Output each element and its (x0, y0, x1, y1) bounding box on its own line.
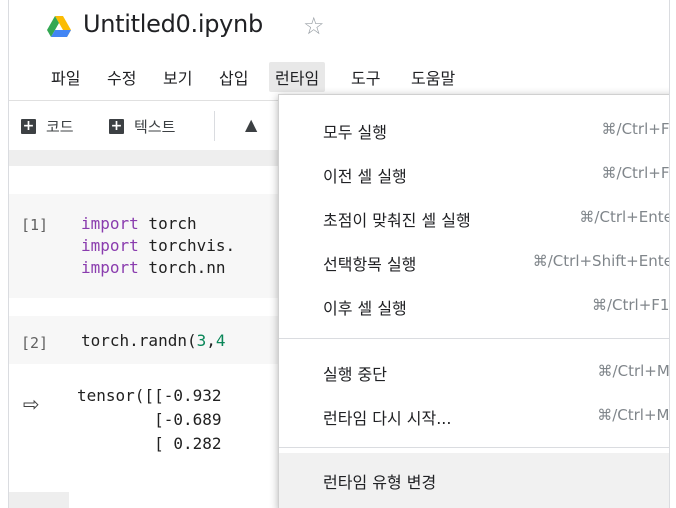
plus-icon: + (21, 118, 36, 134)
menu-item-label: 이전 셀 실행 (323, 167, 407, 186)
menu-divider (279, 447, 669, 448)
number-literal: 4 (215, 331, 226, 350)
scrollbar[interactable] (9, 492, 69, 508)
menu-item-run-all[interactable]: 모두 실행 ⌘/Ctrl+F9 (279, 107, 670, 151)
keyword: import (81, 236, 139, 255)
menu-item-shortcut: ⌘/Ctrl+Shift+Enter (532, 252, 670, 270)
menu-item-run-before[interactable]: 이전 셀 실행 ⌘/Ctrl+F8 (279, 151, 670, 195)
cell-prompt: [2] (21, 334, 49, 352)
code-line: import torch.nn (81, 258, 226, 277)
arrow-up-icon[interactable]: ▲ (245, 115, 257, 134)
star-icon[interactable]: ☆ (303, 12, 325, 40)
menu-item-label: 초점이 맞춰진 셀 실행 (323, 211, 471, 230)
menu-item-shortcut: ⌘/Ctrl+M I (597, 362, 670, 380)
menu-tools[interactable]: 도구 (345, 62, 386, 92)
colab-window: Untitled0.ipynb ☆ 파일 수정 보기 삽입 런타임 도구 도움말… (8, 0, 670, 508)
cell-code[interactable]: torch.randn(3,4 (81, 330, 226, 352)
menu-item-restart[interactable]: 런타임 다시 시작... ⌘/Ctrl+M . (279, 393, 670, 437)
menu-item-label: 선택항목 실행 (323, 255, 417, 274)
menu-insert[interactable]: 삽입 (213, 62, 254, 92)
menu-item-label: 런타임 다시 시작... (323, 409, 452, 428)
add-text-button[interactable]: + 텍스트 (109, 116, 175, 137)
menu-item-shortcut: ⌘/Ctrl+Enter (579, 208, 670, 226)
menu-item-shortcut: ⌘/Ctrl+F9 (601, 120, 670, 138)
menu-help[interactable]: 도움말 (405, 62, 461, 92)
menu-divider (279, 338, 669, 339)
output-line: tensor([[-0.932 (77, 386, 222, 405)
menu-item-run-selection[interactable]: 선택항목 실행 ⌘/Ctrl+Shift+Enter (279, 239, 670, 283)
keyword: import (81, 258, 139, 277)
menu-view[interactable]: 보기 (157, 62, 198, 92)
runtime-menu-dropdown: 모두 실행 ⌘/Ctrl+F9 이전 셀 실행 ⌘/Ctrl+F8 초점이 맞춰… (278, 94, 670, 508)
add-code-button[interactable]: + 코드 (21, 116, 74, 137)
code-line: import torchvis. (81, 236, 235, 255)
menu-file[interactable]: 파일 (45, 62, 86, 92)
notebook-title[interactable]: Untitled0.ipynb (83, 10, 263, 38)
plus-icon: + (109, 118, 124, 134)
title-bar: Untitled0.ipynb ☆ (9, 0, 669, 52)
menu-bar: 파일 수정 보기 삽입 런타임 도구 도움말 (9, 54, 669, 94)
output-line: [ 0.282 (77, 434, 222, 453)
code-line: import torch (81, 214, 197, 233)
menu-edit[interactable]: 수정 (101, 62, 142, 92)
code-text: torch.nn (138, 258, 226, 277)
code-text: ( (186, 331, 197, 350)
menu-item-shortcut: ⌘/Ctrl+M . (597, 406, 670, 424)
add-code-label: 코드 (46, 118, 74, 136)
menu-item-run-after[interactable]: 이후 셀 실행 ⌘/Ctrl+F10 (279, 283, 670, 327)
code-text: , (206, 331, 216, 350)
code-text: torch (138, 214, 197, 233)
menu-item-change-runtime-type[interactable]: 런타임 유형 변경 (279, 453, 669, 508)
toolbar-divider (214, 111, 215, 141)
menu-item-run-focused[interactable]: 초점이 맞춰진 셀 실행 ⌘/Ctrl+Enter (279, 195, 670, 239)
menu-runtime[interactable]: 런타임 (269, 62, 326, 92)
code-text: torch.randn (81, 331, 187, 350)
menu-item-interrupt[interactable]: 실행 중단 ⌘/Ctrl+M I (279, 349, 670, 393)
cell-prompt: [1] (21, 216, 49, 234)
number-literal: 3 (196, 331, 207, 350)
output-text: tensor([[-0.932 [-0.689 [ 0.282 (77, 384, 222, 456)
cell-code[interactable]: import torch import torchvis. import tor… (81, 213, 235, 279)
google-drive-icon[interactable] (47, 16, 71, 38)
keyword: import (81, 214, 139, 233)
menu-item-shortcut: ⌘/Ctrl+F8 (601, 164, 670, 182)
menu-item-label: 런타임 유형 변경 (323, 473, 437, 492)
menu-item-label: 모두 실행 (323, 123, 387, 142)
code-text: torchvis. (138, 236, 236, 255)
output-line: [-0.689 (77, 410, 222, 429)
output-icon[interactable]: ⇨ (23, 392, 40, 416)
menu-item-shortcut: ⌘/Ctrl+F10 (591, 296, 670, 314)
menu-item-label: 이후 셀 실행 (323, 299, 407, 318)
add-text-label: 텍스트 (134, 118, 176, 136)
menu-item-label: 실행 중단 (323, 365, 387, 384)
